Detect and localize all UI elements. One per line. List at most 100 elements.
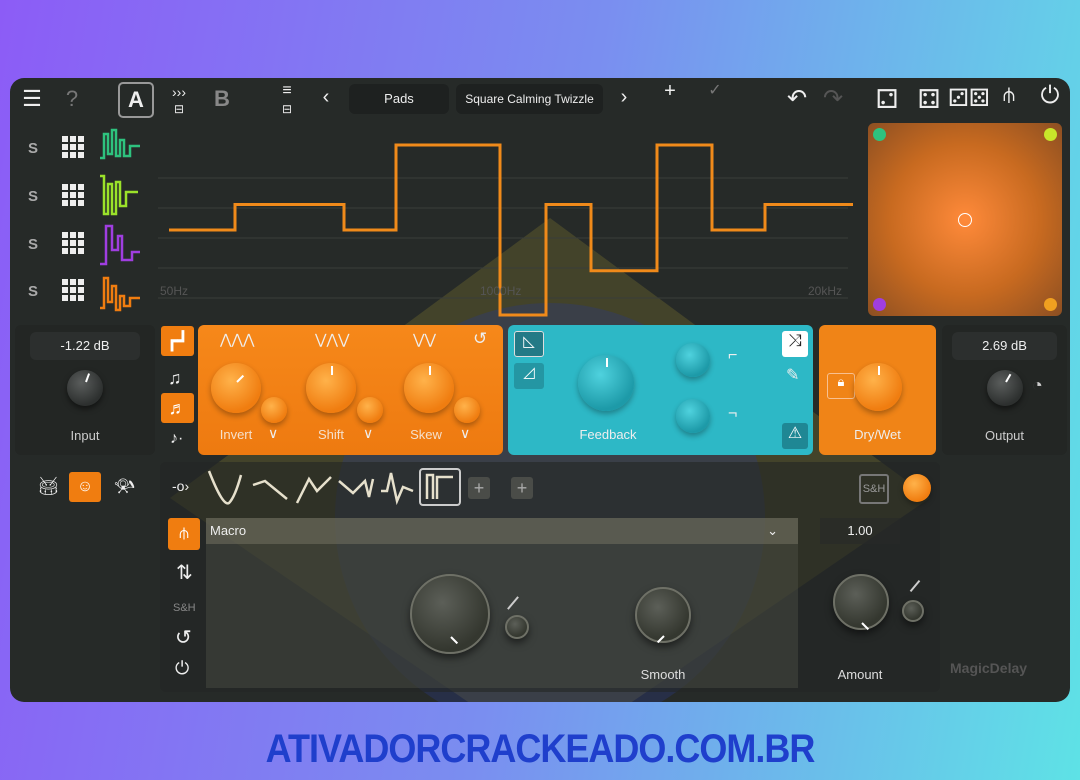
hamburger-icon[interactable]: ☰ [20,86,44,112]
preset-list-icon[interactable]: ≡ ⊟ [270,82,304,118]
copy-a-to-b-icon[interactable]: ››› ⊟ [165,84,193,116]
routing-button[interactable]: ┏┛ [161,326,194,356]
mod-color-knob[interactable] [903,474,931,502]
grid-icon[interactable] [62,232,84,254]
amount-mod-knob[interactable] [902,600,924,622]
smooth-label: Smooth [640,667,686,682]
grid-icon[interactable] [62,136,84,158]
redo-icon[interactable]: ↷ [820,84,846,113]
randomize-routing-icon[interactable]: ⫛ [994,84,1024,107]
chevron-down-icon[interactable]: ∨ [460,425,470,442]
shift-mod-knob[interactable] [357,397,383,423]
amount-knob[interactable] [833,574,889,631]
preset-b-button[interactable]: B [210,86,234,112]
warning-icon[interactable]: ⚠ [782,423,808,449]
grid-icon[interactable] [62,184,84,206]
highpass-curve-icon: ⌐ [728,347,738,364]
drywet-knob[interactable] [854,363,902,411]
sample-hold-button[interactable]: S&H [859,474,889,504]
confirm-preset-icon[interactable]: ✓ [698,80,732,100]
bandpass-filter-button[interactable]: ◿ [514,363,544,389]
chevron-down-icon: ⌄ [767,523,778,538]
category-selector[interactable]: Pads [349,84,449,114]
horn-icon[interactable]: 📯︎ [113,476,136,497]
drum-kit-button[interactable]: ☺ [69,472,101,502]
pencil-icon[interactable]: ✎ [786,365,799,385]
triplet-note-button[interactable]: ♬ [161,393,194,423]
mod-source-dropdown[interactable]: Macro ⌄ [206,518,798,544]
preset-name-selector[interactable]: Square Calming Twizzle [456,84,603,114]
help-icon[interactable]: ? [62,86,82,112]
up-down-arrows-icon[interactable]: ⇅ [176,560,193,585]
preset-a-button[interactable]: A [118,82,154,118]
filter-knob-bottom[interactable] [676,399,710,433]
prev-preset-button[interactable]: ‹ [318,86,334,109]
xy-handle[interactable] [958,213,972,227]
band-waveform-icons[interactable] [98,126,144,316]
amount-value[interactable]: 1.00 [820,518,900,544]
mod-source-value: Macro [210,523,247,538]
lfo-shape-v [207,470,243,505]
xy-pad[interactable] [868,123,1062,316]
reset-icon[interactable]: ↺ [473,329,487,349]
macro-knob[interactable] [410,574,490,654]
skew-knob[interactable] [404,363,454,413]
dice-one-icon[interactable]: ⚁ [874,84,900,115]
corner-dot [873,298,886,311]
solo-button[interactable]: S [28,283,38,300]
shuffle-icon[interactable]: ⤨ [782,331,808,357]
output-value[interactable]: 2.69 dB [952,332,1057,360]
skew-wave-icon: ⋁⋁ [413,331,436,347]
save-preset-icon[interactable]: + [653,80,687,103]
x-label: 50Hz [160,284,188,298]
corner-dot [873,128,886,141]
solo-button[interactable]: S [28,236,38,253]
power-icon[interactable]: ⏻ [1036,82,1064,110]
filter-knob-top[interactable] [676,343,710,377]
input-panel: -1.22 dB Input [15,325,155,455]
invert-knob[interactable] [211,363,261,413]
watermark-text: ATIVADORCRACKEADO.COM.BR [265,725,816,771]
output-panel: 2.69 dB ◔ Output [942,325,1067,455]
undo-icon[interactable]: ↶ [784,84,810,113]
input-value[interactable]: -1.22 dB [30,332,140,360]
feedback-knob[interactable] [578,355,634,411]
mod-input-icon[interactable]: -o› [172,478,189,494]
skew-label: Skew [410,427,442,442]
grid-icon[interactable] [62,279,84,301]
dice-pair-icon[interactable]: ⚂⚄ [948,84,990,113]
chevron-down-icon[interactable]: ∨ [363,425,373,442]
dotted-note-icon[interactable]: ♪· [170,430,183,448]
reset-icon[interactable]: ↺ [175,625,192,650]
mod-routing-button[interactable]: ⫛ [168,518,200,550]
dice-four-icon[interactable]: ⚃ [916,84,942,115]
lfo-shape-list[interactable]: + + [205,467,545,507]
shift-wave-icon: ⋁⋀⋁ [315,331,350,347]
smooth-knob[interactable] [635,587,691,644]
shift-label: Shift [317,427,344,442]
feedback-panel: ◺ ◿ ⌐ ¬ Feedback ⤨ ✎ ⚠ [508,325,813,455]
invert-mod-knob[interactable] [261,397,287,423]
skew-mod-knob[interactable] [454,397,480,423]
x-label: 1000Hz [480,284,521,298]
next-preset-button[interactable]: › [616,86,632,109]
drum-icon[interactable]: 🥁︎ [37,476,60,497]
macro-mod-knob[interactable] [505,615,529,639]
shift-knob[interactable] [306,363,356,413]
chevron-down-icon[interactable]: ∨ [268,425,278,442]
gauge-icon[interactable]: ◔ [1032,375,1043,396]
frequency-step-graph[interactable]: 50Hz 1000Hz 20kHz [158,123,858,318]
power-icon[interactable]: ⏻ [175,658,189,679]
solo-button[interactable]: S [28,140,38,157]
lock-icon[interactable]: 🔒︎ [827,373,855,399]
solo-button[interactable]: S [28,188,38,205]
note-icon[interactable]: ♫ [168,368,182,389]
side-sample-hold[interactable]: S&H [173,602,196,614]
svg-text:+: + [517,478,528,498]
input-knob[interactable] [67,370,103,406]
amount-range-indicator [909,579,921,593]
lowpass-filter-button[interactable]: ◺ [514,331,544,357]
waveform-icon [100,224,140,266]
output-knob[interactable] [987,370,1023,406]
x-label: 20kHz [808,284,842,298]
